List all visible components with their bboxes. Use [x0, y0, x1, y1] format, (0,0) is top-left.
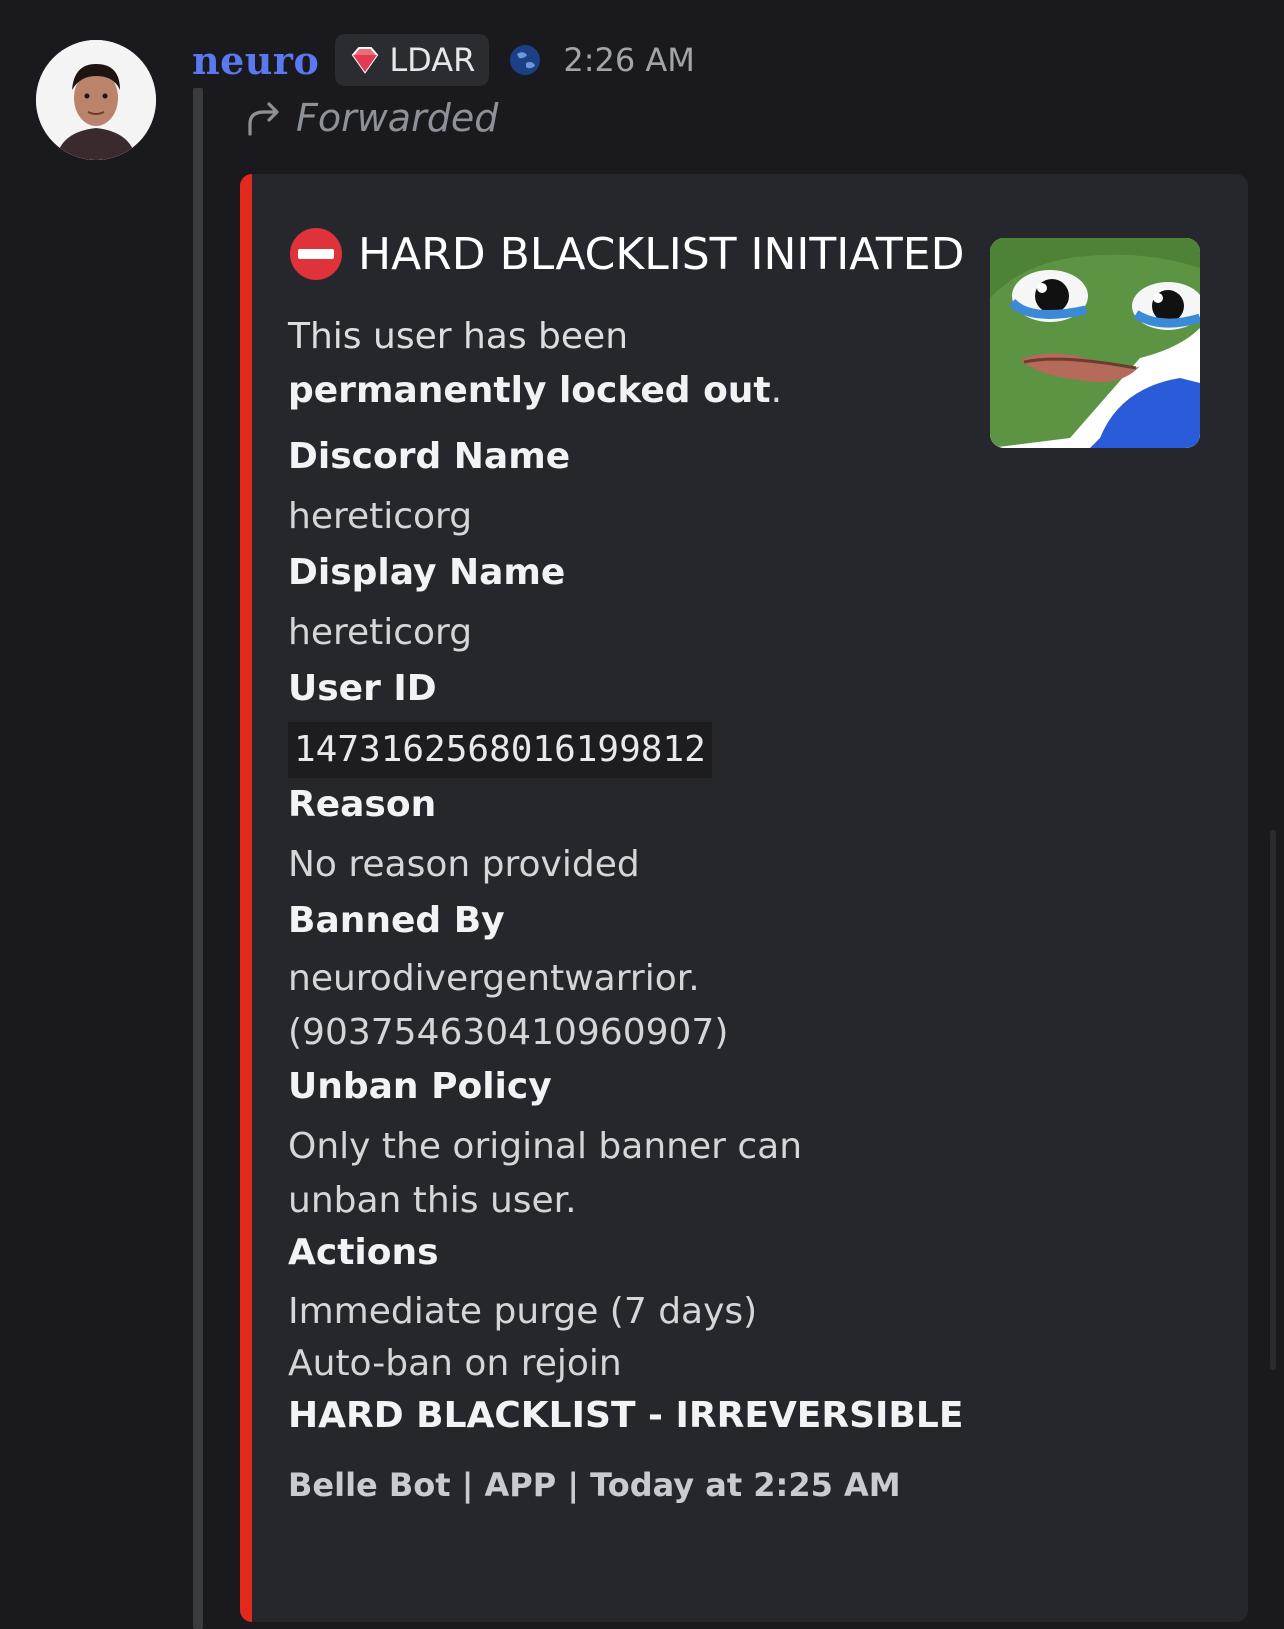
user-avatar[interactable]: [36, 40, 156, 160]
field-discord-name-value: hereticorg: [288, 496, 473, 537]
field-banned-by-value: neurodivergentwarrior. (9037546304109609…: [288, 952, 988, 1060]
embed-footer: Belle Bot | APP | Today at 2:25 AM: [288, 1466, 901, 1504]
field-user-id-container: 1473162568016199812: [288, 722, 988, 778]
description-bold-text: permanently locked out: [288, 370, 771, 411]
embed-title-text: HARD BLACKLIST INITIATED: [358, 228, 965, 280]
forwarded-label: Forwarded: [296, 96, 499, 140]
forward-arrow-icon: [248, 102, 279, 136]
action-line: Immediate purge (7 days): [288, 1291, 758, 1332]
username[interactable]: neuro: [192, 38, 319, 83]
description-text: This user has been: [288, 316, 629, 357]
field-actions-value: Immediate purge (7 days) Auto-ban on rej…: [288, 1286, 988, 1442]
scrollbar[interactable]: [1270, 830, 1276, 1370]
field-reason-label: Reason: [288, 784, 437, 825]
field-display-name-label: Display Name: [288, 552, 566, 593]
globe-icon: [510, 45, 541, 75]
message-header: neuro LDAR 2:26 AM: [192, 30, 695, 90]
field-discord-name-label: Discord Name: [288, 436, 571, 477]
embed-title: HARD BLACKLIST INITIATED: [288, 226, 964, 282]
gem-icon: [352, 47, 379, 74]
server-tag-label: LDAR: [389, 41, 476, 79]
banned-by-id: (903754630410960907): [288, 1012, 729, 1053]
field-user-id-value[interactable]: 1473162568016199812: [288, 722, 712, 778]
no-entry-icon: [290, 228, 342, 280]
field-actions-label: Actions: [288, 1232, 439, 1273]
forward-quote-bar: [193, 88, 203, 1629]
embed-description: This user has been permanently locked ou…: [288, 310, 888, 418]
field-unban-policy-value: Only the original banner can unban this …: [288, 1126, 803, 1221]
field-banned-by-label: Banned By: [288, 900, 505, 941]
action-line-emphasis: HARD BLACKLIST - IRREVERSIBLE: [288, 1395, 964, 1436]
field-reason-value: No reason provided: [288, 844, 640, 885]
embed-thumbnail[interactable]: [990, 238, 1200, 448]
forwarded-indicator: Forwarded: [244, 96, 498, 140]
embed-card: HARD BLACKLIST INITIATED This user has b…: [240, 174, 1248, 1622]
field-user-id-label: User ID: [288, 668, 437, 709]
banned-by-username: neurodivergentwarrior.: [288, 958, 700, 999]
embed-accent-stripe: [240, 174, 252, 1622]
field-display-name-value: hereticorg: [288, 612, 473, 653]
message-timestamp[interactable]: 2:26 AM: [563, 41, 695, 79]
field-unban-policy-label: Unban Policy: [288, 1066, 552, 1107]
description-suffix: .: [770, 370, 783, 411]
server-tag-badge[interactable]: LDAR: [335, 34, 490, 86]
action-line: Auto-ban on rejoin: [288, 1343, 622, 1384]
